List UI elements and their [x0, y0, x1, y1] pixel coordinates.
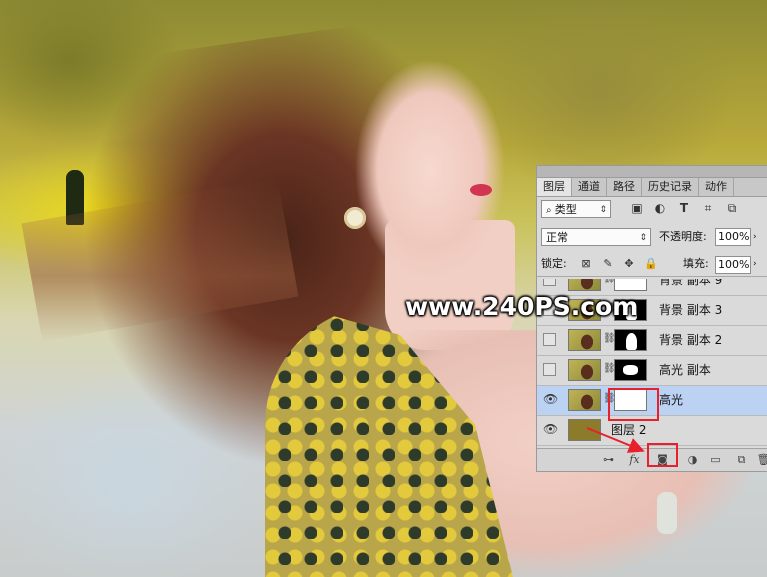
filter-kind-value: 类型	[554, 203, 577, 216]
lips	[470, 184, 492, 196]
layer-name: 背景 副本 3	[659, 303, 723, 317]
new-group-icon[interactable]: ▭	[708, 453, 723, 467]
tab-layers[interactable]: 图层	[537, 178, 572, 196]
new-layer-icon[interactable]: ⧉	[734, 453, 749, 467]
panel-titlebar[interactable]	[537, 166, 767, 178]
lock-all-icon[interactable]: 🔒	[644, 257, 658, 271]
filter-row: ⌕ 类型 ⇕ ▣ ◐ T ⌗ ⧉	[537, 197, 767, 221]
type-filter-icon[interactable]: T	[677, 201, 691, 215]
opacity-label: 不透明度:	[659, 230, 707, 243]
layer-row[interactable]: ⛓ 高光 副本	[537, 356, 767, 386]
annotation-arrow-icon	[586, 427, 645, 453]
layer-name: 背景 副本 2	[659, 333, 723, 347]
face	[355, 60, 505, 290]
tab-paths[interactable]: 路径	[607, 178, 642, 196]
visibility-toggle[interactable]	[543, 333, 556, 346]
lock-label: 锁定:	[541, 257, 567, 270]
chevron-updown-icon: ⇕	[599, 205, 607, 215]
visibility-toggle[interactable]	[543, 363, 556, 376]
fill-label: 填充:	[683, 257, 709, 270]
lock-row: 锁定: ⊠ ✎ ✥ 🔒 填充: 100% ›	[537, 254, 767, 277]
blend-row: 正常 ⇕ 不透明度: 100% ›	[537, 225, 767, 249]
tab-actions[interactable]: 动作	[699, 178, 734, 196]
eye-icon[interactable]: 👁	[543, 393, 558, 406]
lock-image-icon[interactable]: ✎	[601, 257, 615, 271]
smart-object-filter-icon[interactable]: ⧉	[725, 201, 739, 215]
layer-mask-thumbnail[interactable]	[614, 329, 647, 351]
adjustment-layer-icon[interactable]: ◑	[685, 453, 700, 467]
shape-filter-icon[interactable]: ⌗	[701, 201, 715, 215]
mask-highlight-box	[608, 388, 659, 421]
delete-icon[interactable]: 🗑	[756, 453, 767, 467]
panel-tabs: 图层 通道 路径 历史记录 动作	[537, 178, 767, 197]
watermark: www.240PS.com	[405, 292, 639, 321]
eye-icon[interactable]: 👁	[543, 423, 558, 436]
filter-kind-select[interactable]: ⌕ 类型 ⇕	[541, 200, 611, 218]
layer-row[interactable]: ⛓ 背景 副本 2	[537, 326, 767, 356]
layer-thumbnail	[568, 279, 601, 291]
mask-blob	[623, 365, 638, 375]
bracelet	[657, 492, 677, 534]
layer-name: 背景 副本 9	[659, 279, 723, 287]
adjustment-filter-icon[interactable]: ◐	[653, 201, 667, 215]
layer-thumbnail	[568, 389, 601, 411]
chevron-right-icon[interactable]: ›	[753, 228, 757, 246]
chevron-right-icon[interactable]: ›	[753, 255, 757, 273]
chevron-updown-icon: ⇕	[639, 233, 647, 243]
image-filter-icon[interactable]: ▣	[630, 201, 644, 215]
layer-thumbnail	[568, 329, 601, 351]
tab-channels[interactable]: 通道	[572, 178, 607, 196]
mask-silhouette	[626, 333, 637, 350]
layer-name: 高光 副本	[659, 363, 711, 377]
layer-name: 高光	[659, 393, 684, 407]
blend-mode-select[interactable]: 正常 ⇕	[541, 228, 651, 246]
fill-input[interactable]: 100%	[715, 256, 751, 274]
layer-mask-thumbnail[interactable]	[614, 279, 647, 291]
tab-history[interactable]: 历史记录	[642, 178, 699, 196]
earring	[344, 207, 366, 229]
visibility-toggle[interactable]	[543, 279, 556, 286]
layer-mask-thumbnail[interactable]	[614, 359, 647, 381]
lock-position-icon[interactable]: ✥	[622, 257, 636, 271]
blend-mode-value: 正常	[546, 231, 568, 244]
opacity-input[interactable]: 100%	[715, 228, 751, 246]
lock-transparent-icon[interactable]: ⊠	[579, 257, 593, 271]
search-icon: ⌕	[546, 205, 555, 216]
layer-thumbnail	[568, 359, 601, 381]
